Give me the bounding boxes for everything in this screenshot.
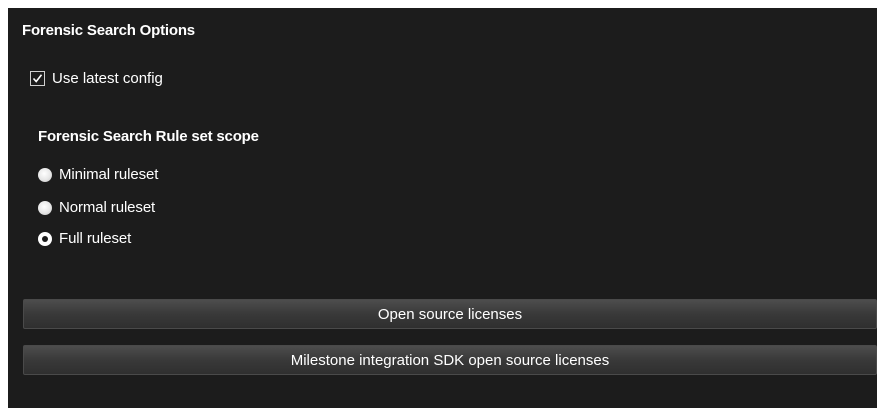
radio-normal-ruleset[interactable]: Normal ruleset <box>38 199 155 216</box>
radio-label: Minimal ruleset <box>59 166 159 183</box>
ruleset-scope-title: Forensic Search Rule set scope <box>38 128 259 145</box>
radio-full-ruleset[interactable]: Full ruleset <box>38 230 131 247</box>
panel-title: Forensic Search Options <box>22 22 195 39</box>
radio-unselected-icon[interactable] <box>38 167 52 182</box>
forensic-search-options-panel: Forensic Search Options Use latest confi… <box>8 8 877 408</box>
checkbox-checked-icon[interactable] <box>30 71 45 86</box>
open-source-licenses-button[interactable]: Open source licenses <box>23 299 877 329</box>
radio-selected-icon[interactable] <box>38 231 52 246</box>
radio-minimal-ruleset[interactable]: Minimal ruleset <box>38 166 158 183</box>
use-latest-config-checkbox[interactable]: Use latest config <box>30 70 163 87</box>
radio-label: Normal ruleset <box>59 199 156 216</box>
radio-unselected-icon[interactable] <box>38 200 52 215</box>
radio-label: Full ruleset <box>59 230 132 247</box>
use-latest-config-label: Use latest config <box>52 70 163 87</box>
milestone-sdk-licenses-button[interactable]: Milestone integration SDK open source li… <box>23 345 877 375</box>
